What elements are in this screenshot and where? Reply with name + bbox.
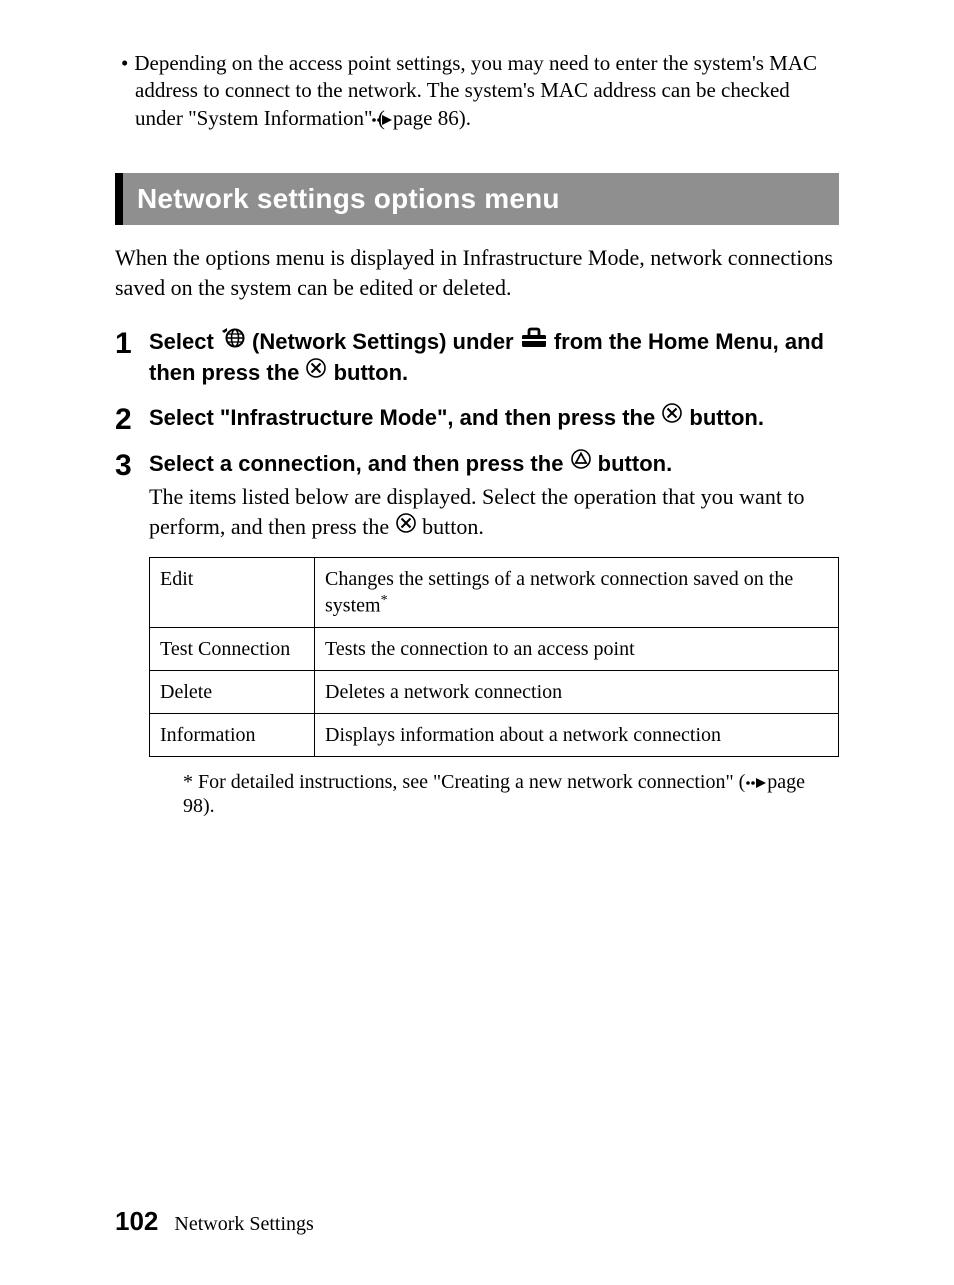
section-heading-bar: Network settings options menu bbox=[115, 173, 839, 225]
mac-address-note: •Depending on the access point settings,… bbox=[115, 50, 839, 133]
step-2: 2 Select "Infrastructure Mode", and then… bbox=[115, 403, 839, 435]
op-desc: Tests the connection to an access point bbox=[315, 628, 839, 671]
triangle-button-icon bbox=[570, 448, 592, 478]
step-1-text-a: Select bbox=[149, 329, 220, 354]
table-row: Information Displays information about a… bbox=[150, 714, 839, 757]
step-1-text-b: (Network Settings) under bbox=[246, 329, 520, 354]
step-3-desc-b: button. bbox=[417, 514, 484, 539]
x-button-icon bbox=[305, 357, 327, 387]
op-name: Information bbox=[150, 714, 315, 757]
step-number: 2 bbox=[115, 403, 149, 435]
x-button-icon bbox=[395, 512, 417, 542]
network-settings-icon bbox=[220, 326, 246, 356]
steps-list: 1 Select (Network Settings) under from t… bbox=[115, 327, 839, 818]
step-3: 3 Select a connection, and then press th… bbox=[115, 449, 839, 818]
step-3-text-a: Select a connection, and then press the bbox=[149, 451, 570, 476]
step-3-description: The items listed below are displayed. Se… bbox=[149, 482, 839, 543]
section-title: Network settings options menu bbox=[137, 183, 560, 214]
step-2-text-b: button. bbox=[683, 405, 764, 430]
settings-toolbox-icon bbox=[520, 326, 548, 356]
footnote-star: * bbox=[381, 593, 388, 608]
op-name: Edit bbox=[150, 558, 315, 628]
step-1-text-d: button. bbox=[327, 360, 408, 385]
step-1: 1 Select (Network Settings) under from t… bbox=[115, 327, 839, 389]
reference-arrow-icon bbox=[745, 772, 767, 795]
table-row: Test Connection Tests the connection to … bbox=[150, 628, 839, 671]
footnote-asterisk: * bbox=[183, 771, 193, 793]
note-text-2: ). bbox=[459, 106, 471, 130]
note-text-1: Depending on the access point settings, … bbox=[134, 51, 817, 130]
footnote-text-before: For detailed instructions, see "Creating… bbox=[193, 771, 745, 793]
bullet: • bbox=[121, 51, 134, 75]
step-2-text-a: Select "Infrastructure Mode", and then p… bbox=[149, 405, 661, 430]
step-2-title: Select "Infrastructure Mode", and then p… bbox=[149, 403, 839, 434]
footer-section-name: Network Settings bbox=[174, 1213, 313, 1236]
table-row: Edit Changes the settings of a network c… bbox=[150, 558, 839, 628]
operations-table: Edit Changes the settings of a network c… bbox=[149, 557, 839, 757]
section-intro: When the options menu is displayed in In… bbox=[115, 243, 839, 302]
op-desc: Displays information about a network con… bbox=[315, 714, 839, 757]
op-name: Test Connection bbox=[150, 628, 315, 671]
table-row: Delete Deletes a network connection bbox=[150, 671, 839, 714]
op-desc: Changes the settings of a network connec… bbox=[315, 558, 839, 628]
step-3-title: Select a connection, and then press the … bbox=[149, 449, 839, 480]
page-footer: 102 Network Settings bbox=[115, 1206, 314, 1237]
footnote-text-after: ). bbox=[203, 795, 215, 817]
op-desc: Deletes a network connection bbox=[315, 671, 839, 714]
step-number: 3 bbox=[115, 449, 149, 481]
note-ref-page: page 86 bbox=[393, 106, 459, 130]
op-name: Delete bbox=[150, 671, 315, 714]
step-3-text-b: button. bbox=[592, 451, 673, 476]
page-number: 102 bbox=[115, 1206, 158, 1237]
step-number: 1 bbox=[115, 327, 149, 359]
x-button-icon bbox=[661, 402, 683, 432]
op-desc-text: Changes the settings of a network connec… bbox=[325, 568, 793, 617]
reference-arrow-icon bbox=[385, 106, 393, 133]
step-1-title: Select (Network Settings) under from the… bbox=[149, 327, 839, 389]
table-footnote: * For detailed instructions, see "Creati… bbox=[149, 771, 839, 818]
